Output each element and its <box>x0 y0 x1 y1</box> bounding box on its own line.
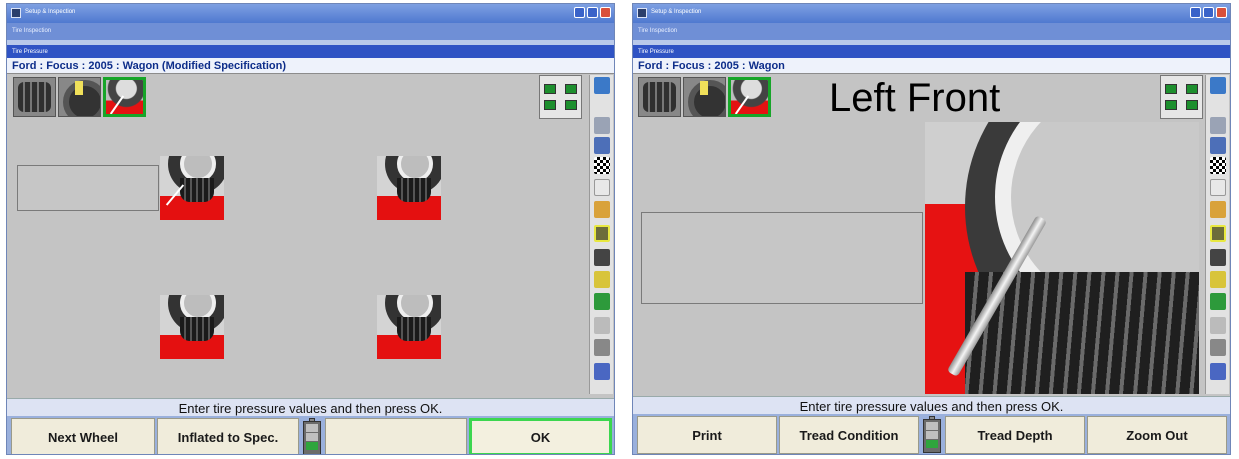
inflated-to-spec-button[interactable]: Inflated to Spec. <box>157 418 299 454</box>
wheel-left-front[interactable] <box>160 156 224 220</box>
battery-indicator <box>923 416 941 453</box>
menu-bar: Tire Inspection <box>7 23 614 40</box>
report-icon[interactable] <box>594 363 610 380</box>
pressure-input-box[interactable] <box>641 212 923 304</box>
tire-pressure-gauge-illustration <box>925 122 1199 394</box>
tire-icon[interactable] <box>1210 249 1226 266</box>
tire-tread-icon[interactable] <box>13 77 56 117</box>
tire-icon[interactable] <box>594 249 610 266</box>
wrench-icon[interactable] <box>594 271 610 288</box>
alignment-icon[interactable] <box>594 137 610 154</box>
menu-item-tire-inspection[interactable]: Tire Inspection <box>12 28 51 34</box>
side-toolbar <box>1205 75 1229 394</box>
wrench-icon[interactable] <box>1210 271 1226 288</box>
vehicle-info: Ford : Focus : 2005 : Wagon (Modified Sp… <box>7 58 614 74</box>
sensor-status-icon[interactable] <box>1160 75 1203 119</box>
tire-inspection-icon[interactable] <box>1210 225 1226 242</box>
battery-indicator <box>303 418 321 454</box>
specs-icon[interactable] <box>594 179 610 196</box>
thermometer-icon[interactable] <box>594 317 610 334</box>
view-thumbnails <box>638 77 771 117</box>
right-window: Setup & Inspection Tire Inspection Tire … <box>632 3 1231 455</box>
technician-icon[interactable] <box>1210 201 1226 218</box>
measure-icon[interactable] <box>594 293 610 310</box>
button-bar: Print Tread Condition Tread Depth Zoom O… <box>633 414 1230 454</box>
tire-pressure-gauge-icon[interactable] <box>728 77 771 117</box>
tread-condition-button[interactable]: Tread Condition <box>779 416 919 454</box>
wheel-right-rear[interactable] <box>377 295 441 359</box>
measure-icon[interactable] <box>1210 293 1226 310</box>
checkered-flag-icon[interactable] <box>1210 157 1226 174</box>
app-icon <box>637 8 647 18</box>
menu-item-tire-inspection[interactable]: Tire Inspection <box>638 28 677 34</box>
instruction-text: Enter tire pressure values and then pres… <box>633 396 1230 414</box>
help-icon[interactable] <box>1210 77 1226 94</box>
wheel-right-front[interactable] <box>377 156 441 220</box>
thermometer-icon[interactable] <box>1210 317 1226 334</box>
settings-icon[interactable] <box>594 339 610 356</box>
window-controls <box>574 7 611 18</box>
panel-header: Tire Pressure <box>7 45 614 58</box>
tire-pressure-gauge-icon[interactable] <box>103 77 146 117</box>
maximize-icon[interactable] <box>1203 7 1214 18</box>
print-button[interactable]: Print <box>637 416 777 454</box>
technician-icon[interactable] <box>594 201 610 218</box>
title-bar: Setup & Inspection <box>7 4 614 23</box>
title-bar: Setup & Inspection <box>633 4 1230 23</box>
help-icon[interactable] <box>594 77 610 94</box>
window-title: Setup & Inspection <box>25 9 76 15</box>
minimize-icon[interactable] <box>1190 7 1201 18</box>
vehicle-info: Ford : Focus : 2005 : Wagon <box>633 58 1230 74</box>
report-icon[interactable] <box>1210 363 1226 380</box>
wheel-position-title: Left Front <box>829 76 1001 120</box>
button-bar: Next Wheel Inflated to Spec. OK <box>7 416 614 454</box>
tire-sidewall-icon[interactable] <box>683 77 726 117</box>
window-controls <box>1190 7 1227 18</box>
wheel-left-rear[interactable] <box>160 295 224 359</box>
vehicle-lift-icon[interactable] <box>1210 117 1226 134</box>
window-title: Setup & Inspection <box>651 9 702 15</box>
tire-sidewall-icon[interactable] <box>58 77 101 117</box>
blank-button[interactable] <box>325 418 467 454</box>
close-icon[interactable] <box>600 7 611 18</box>
sensor-status-icon[interactable] <box>539 75 582 119</box>
ok-button[interactable]: OK <box>469 418 612 454</box>
view-thumbnails <box>13 77 146 117</box>
left-window: Setup & Inspection Tire Inspection Tire … <box>6 3 615 455</box>
panel-header: Tire Pressure <box>633 45 1230 58</box>
close-icon[interactable] <box>1216 7 1227 18</box>
minimize-icon[interactable] <box>574 7 585 18</box>
tread-depth-button[interactable]: Tread Depth <box>945 416 1085 454</box>
pressure-input-box[interactable] <box>17 165 159 211</box>
zoom-out-button[interactable]: Zoom Out <box>1087 416 1227 454</box>
alignment-icon[interactable] <box>1210 137 1226 154</box>
menu-bar: Tire Inspection <box>633 23 1230 40</box>
next-wheel-button[interactable]: Next Wheel <box>11 418 155 454</box>
tire-inspection-icon[interactable] <box>594 225 610 242</box>
app-icon <box>11 8 21 18</box>
instruction-text: Enter tire pressure values and then pres… <box>7 398 614 416</box>
vehicle-lift-icon[interactable] <box>594 117 610 134</box>
specs-icon[interactable] <box>1210 179 1226 196</box>
settings-icon[interactable] <box>1210 339 1226 356</box>
checkered-flag-icon[interactable] <box>594 157 610 174</box>
maximize-icon[interactable] <box>587 7 598 18</box>
side-toolbar <box>589 75 613 394</box>
tire-tread-icon[interactable] <box>638 77 681 117</box>
